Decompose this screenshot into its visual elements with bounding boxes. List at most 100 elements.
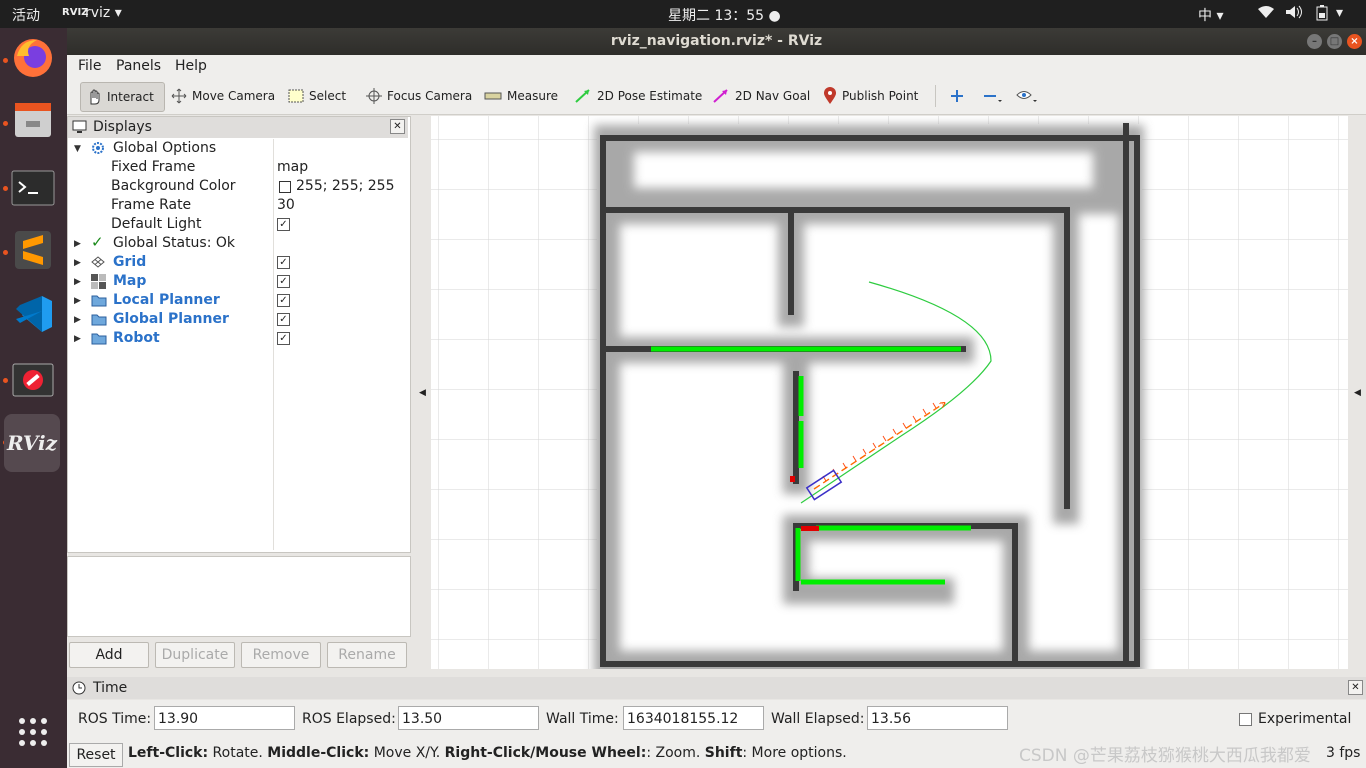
duplicate-button[interactable]: Duplicate [155, 642, 235, 668]
add-button[interactable]: Add [69, 642, 149, 668]
displays-title: Displays [93, 119, 152, 135]
experimental-checkbox[interactable] [1239, 713, 1252, 726]
remove-button[interactable]: Remove [241, 642, 321, 668]
move-arrows-icon [171, 88, 187, 104]
display-item-map[interactable]: Map [113, 272, 146, 291]
display-item-global-planner[interactable]: Global Planner [113, 310, 229, 329]
global-status-label[interactable]: Global Status: Ok [113, 234, 235, 253]
background-color-label: Background Color [111, 178, 236, 194]
column-divider [273, 139, 274, 550]
2d-pose-estimate-tool[interactable]: 2D Pose Estimate [569, 82, 707, 110]
window-title: rviz_navigation.rviz* - RViz [610, 33, 823, 49]
dock: RViz [0, 28, 67, 768]
show-applications-icon[interactable] [9, 708, 57, 756]
global-planner-checkbox[interactable]: ✓ [277, 313, 290, 326]
wall-elapsed-field[interactable]: 13.56 [867, 706, 1008, 730]
green-arrow-icon [575, 89, 590, 103]
expand-arrow[interactable]: ▶ [74, 296, 81, 306]
select-tool[interactable]: Select [283, 82, 351, 110]
menu-panels[interactable]: Panels [116, 58, 161, 74]
measure-tool[interactable]: Measure [479, 82, 563, 110]
app-menu[interactable]: rviz ▾ [85, 5, 122, 21]
2d-nav-goal-tool[interactable]: 2D Nav Goal [707, 82, 815, 110]
wifi-icon[interactable] [1258, 5, 1274, 23]
battery-icon[interactable] [1315, 5, 1329, 25]
close-displays-button[interactable]: ✕ [390, 119, 405, 134]
frame-rate-label: Frame Rate [111, 197, 192, 213]
reset-button[interactable]: Reset [69, 743, 123, 767]
menu-file[interactable]: File [78, 58, 101, 74]
map-checkbox[interactable]: ✓ [277, 275, 290, 288]
clock[interactable]: 星期二 13：55 ● [668, 5, 781, 25]
window-title-bar[interactable]: rviz_navigation.rviz* - RViz – □ × [67, 28, 1366, 55]
grid-checkbox[interactable]: ✓ [277, 256, 290, 269]
map-render[interactable] [431, 116, 1348, 669]
close-time-panel-button[interactable]: ✕ [1348, 680, 1363, 695]
plus-icon [951, 90, 963, 102]
wall-time-field[interactable]: 1634018155.12 [623, 706, 764, 730]
map-pin-icon [824, 87, 836, 104]
expand-arrow[interactable]: ▶ [74, 277, 81, 287]
collapse-arrow[interactable]: ▼ [74, 144, 81, 154]
ros-elapsed-label: ROS Elapsed: [302, 711, 396, 727]
blocked-app-icon[interactable] [9, 356, 57, 404]
folder-icon [91, 333, 107, 345]
volume-icon[interactable] [1285, 5, 1303, 23]
grid-icon [91, 256, 105, 268]
vscode-icon[interactable] [9, 290, 57, 338]
menu-bar: File Panels Help [67, 55, 1366, 79]
frame-rate-value[interactable]: 30 [277, 196, 295, 215]
3d-viewport[interactable] [431, 116, 1348, 669]
default-light-label: Default Light [111, 216, 202, 232]
global-options-label[interactable]: Global Options [113, 139, 216, 158]
mouse-help-text: Left-Click: Rotate. Middle-Click: Move X… [128, 745, 847, 761]
expand-arrow[interactable]: ▶ [74, 258, 81, 268]
activities-button[interactable]: 活动 [12, 5, 40, 25]
fps-counter: 3 fps [1326, 745, 1361, 761]
system-menu[interactable]: ▾ [1336, 5, 1343, 21]
minimize-button[interactable]: – [1307, 34, 1322, 49]
system-top-bar: 活动 RVIZ rviz ▾ 星期二 13：55 ● 中 ▾ ▾ [0, 0, 1366, 28]
rviz-dock-icon[interactable]: RViz [4, 414, 60, 472]
display-item-grid[interactable]: Grid [113, 253, 146, 272]
menu-help[interactable]: Help [175, 58, 207, 74]
background-color-value[interactable]: 255; 255; 255 [296, 177, 395, 196]
collapse-left-panel-arrow[interactable]: ◀ [419, 388, 426, 398]
ros-time-field[interactable]: 13.90 [154, 706, 295, 730]
add-tool-button[interactable] [945, 82, 974, 110]
interact-tool[interactable]: Interact [80, 82, 165, 112]
expand-arrow[interactable]: ▶ [74, 334, 81, 344]
files-icon[interactable] [9, 96, 57, 144]
fixed-frame-value[interactable]: map [277, 158, 308, 177]
remove-tool-button[interactable] [978, 82, 1013, 110]
input-method-menu[interactable]: 中 ▾ [1198, 5, 1223, 25]
terminal-icon[interactable] [9, 164, 57, 212]
collapse-right-panel-arrow[interactable]: ◀ [1354, 388, 1361, 398]
firefox-icon[interactable] [9, 34, 57, 82]
expand-arrow[interactable]: ▶ [74, 239, 81, 249]
focus-camera-tool[interactable]: Focus Camera [361, 82, 477, 110]
rename-button[interactable]: Rename [327, 642, 407, 668]
wall-time-label: Wall Time: [546, 711, 619, 727]
default-light-checkbox[interactable]: ✓ [277, 218, 290, 231]
expand-arrow[interactable]: ▶ [74, 315, 81, 325]
view-options-button[interactable] [1011, 82, 1048, 110]
display-item-robot[interactable]: Robot [113, 329, 160, 348]
move-camera-tool[interactable]: Move Camera [166, 82, 280, 110]
close-button[interactable]: × [1347, 34, 1362, 49]
watermark: CSDN @芒果荔枝猕猴桃大西瓜我都爱 [1019, 746, 1311, 766]
hand-icon [90, 89, 100, 105]
folder-icon [91, 314, 107, 326]
ros-elapsed-field[interactable]: 13.50 [398, 706, 539, 730]
display-item-local-planner[interactable]: Local Planner [113, 291, 220, 310]
gear-icon [92, 142, 104, 154]
maximize-button[interactable]: □ [1327, 34, 1342, 49]
publish-point-tool[interactable]: Publish Point [818, 82, 923, 110]
robot-checkbox[interactable]: ✓ [277, 332, 290, 345]
status-bar: Reset Left-Click: Rotate. Middle-Click: … [67, 740, 1366, 768]
sublime-text-icon[interactable] [9, 226, 57, 274]
color-swatch[interactable] [279, 181, 291, 193]
local-planner-checkbox[interactable]: ✓ [277, 294, 290, 307]
folder-icon [91, 295, 107, 307]
displays-header: Displays ✕ [68, 117, 408, 138]
